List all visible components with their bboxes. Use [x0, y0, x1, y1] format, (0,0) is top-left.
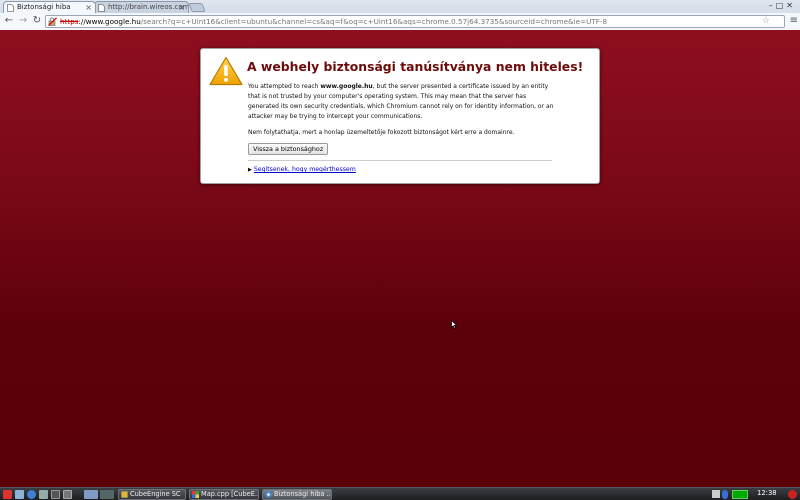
broken-lock-icon [48, 17, 57, 26]
url-path: /search?q=c+Uint16&client=ubuntu&channel… [140, 17, 608, 26]
cannot-proceed-text: Nem folytathatja, mert a honlap üzemelte… [248, 129, 515, 136]
workspace-1[interactable] [84, 490, 98, 499]
workspace-2[interactable] [100, 490, 114, 499]
back-to-safety-button[interactable]: Vissza a biztonsághoz [248, 143, 329, 155]
browser-launcher-icon[interactable] [27, 490, 36, 499]
new-tab-button[interactable] [188, 3, 206, 12]
settings-wrench-icon[interactable]: ≡ [790, 15, 798, 26]
menu-icon[interactable] [3, 490, 12, 499]
power-icon[interactable] [788, 490, 797, 499]
terminal-icon[interactable] [39, 490, 48, 499]
clock[interactable]: 12:38 [757, 488, 777, 499]
url-protocol: https [60, 17, 79, 26]
taskbar-item-cubeengine[interactable]: CubeEngine SC [118, 489, 186, 500]
forward-button[interactable]: → [17, 15, 29, 27]
tab-label: http://brain.wireos.com [108, 3, 189, 11]
address-bar[interactable]: https://www.google.hu/search?q=c+Uint16&… [45, 15, 785, 28]
browser-toolbar: ← → ↻ https://www.google.hu/search?q=c+U… [0, 13, 800, 30]
ssl-error-card: A webhely biztonsági tanúsítványa nem hi… [200, 48, 600, 184]
page-icon [98, 4, 105, 12]
page-title: A webhely biztonsági tanúsítványa nem hi… [247, 59, 584, 74]
window-list-icon[interactable] [63, 490, 72, 499]
tab-security-error[interactable]: Biztonsági hiba × [3, 1, 96, 13]
url-host: www.google.hu [85, 17, 141, 26]
tab-brain-wireos[interactable]: http://brain.wireos.com × [94, 1, 189, 13]
mouse-cursor-icon [451, 320, 457, 329]
back-button[interactable]: ← [3, 15, 15, 27]
minimize-icon[interactable]: – [769, 1, 776, 10]
divider [248, 160, 552, 161]
desktop-icon[interactable] [51, 490, 60, 499]
description-prefix: You attempted to reach [248, 83, 321, 90]
close-tab-icon[interactable]: × [178, 2, 185, 13]
page-icon [7, 4, 14, 12]
cube-icon [121, 491, 128, 498]
chromium-icon [265, 491, 272, 498]
maximize-icon[interactable]: □ [776, 1, 787, 10]
help-understand-link[interactable]: ▶ Segítsenek, hogy megérthessem [248, 165, 356, 175]
description-host: www.google.hu [320, 83, 373, 90]
url-separator: :// [78, 17, 86, 26]
close-window-icon[interactable]: ✕ [786, 1, 796, 10]
taskbar: CubeEngine SC Map.cpp [CubeE... Biztonsá… [0, 487, 800, 500]
taskbar-item-security-error[interactable]: Biztonsági hiba ... [262, 489, 332, 500]
task-label: CubeEngine SC [130, 490, 181, 498]
file-manager-icon[interactable] [15, 490, 24, 499]
taskbar-item-map-cpp[interactable]: Map.cpp [CubeE... [189, 489, 259, 500]
editor-icon [192, 491, 199, 498]
tab-strip: Biztonsági hiba × http://brain.wireos.co… [0, 0, 800, 13]
reload-button[interactable]: ↻ [31, 15, 43, 27]
tab-label: Biztonsági hiba [17, 3, 71, 11]
help-link-text[interactable]: Segítsenek, hogy megérthessem [254, 166, 356, 173]
window-controls[interactable]: –□✕ [769, 1, 796, 10]
warning-icon [209, 56, 243, 86]
error-description: You attempted to reach www.google.hu, bu… [248, 82, 558, 122]
bluetooth-icon[interactable] [722, 490, 728, 499]
expand-triangle-icon[interactable]: ▶ [248, 167, 252, 173]
task-label: Map.cpp [CubeE... [201, 490, 259, 498]
close-tab-icon[interactable]: × [85, 2, 92, 13]
browser-chrome: Biztonsági hiba × http://brain.wireos.co… [0, 0, 800, 30]
network-icon[interactable] [712, 490, 720, 498]
interstitial-page: A webhely biztonsági tanúsítványa nem hi… [0, 30, 800, 487]
cpu-monitor-graph [732, 490, 748, 499]
bookmark-star-icon[interactable]: ☆ [762, 16, 770, 27]
task-label: Biztonsági hiba ... [274, 490, 332, 498]
